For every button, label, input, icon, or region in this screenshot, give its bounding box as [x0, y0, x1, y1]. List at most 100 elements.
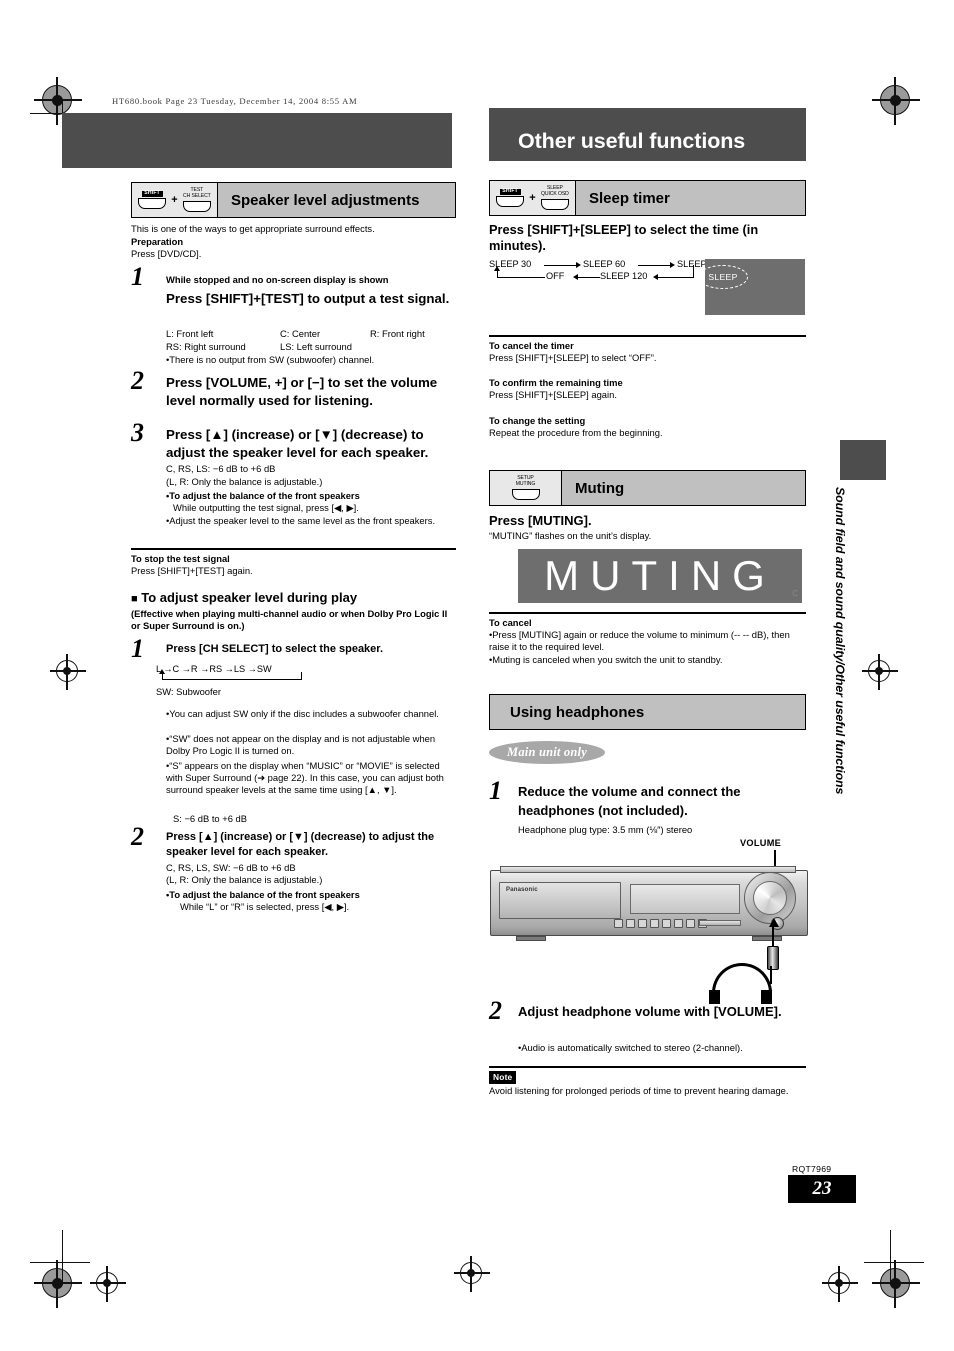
play-bullet-2: •“SW” does not appear on the display and…: [166, 733, 436, 757]
cycle-arrow-5: →: [247, 664, 257, 674]
unit-foot-right: [752, 936, 782, 941]
registration-mark-top-right: [872, 77, 920, 125]
play-bullet-3-text: “S” appears on the display when “MUSIC” …: [166, 760, 444, 796]
unit-button: [686, 919, 695, 928]
cycle-item-rs: RS: [209, 664, 223, 674]
step1-legend-c: C: Center: [280, 328, 321, 339]
side-tab-text: Sound field and sound quality/Other usef…: [833, 487, 847, 795]
sleep-flow-line-4: [658, 277, 694, 278]
sleep-flow-line-2: [638, 265, 672, 266]
sleep-button-cap-icon: [540, 198, 569, 210]
note-text: Avoid listening for prolonged periods of…: [489, 1085, 789, 1096]
registration-mark-mid-right: [862, 654, 898, 690]
section-title-using-headphones: Using headphones: [510, 703, 645, 721]
muting-button-label-line2: MUTING: [515, 481, 536, 487]
unit-brand-label: Panasonic: [506, 887, 538, 893]
sleep-cycle-120: SLEEP 120: [600, 271, 648, 281]
shift-button-label-sleep: SHIFT: [499, 189, 521, 196]
cycle-arrow-2: →: [181, 664, 191, 674]
square-bullet-icon: ■: [131, 593, 138, 605]
stereo-unit-illustration: Panasonic: [490, 866, 808, 948]
during-play-subtext: (Effective when playing multi-channel au…: [131, 608, 448, 632]
registration-mark-bottom-inner-right: [822, 1266, 858, 1302]
step3-bullet1-bold: •To adjust the balance of the front spea…: [166, 490, 360, 501]
section-header-speaker-level: SHIFT + TEST CH SELECT Speaker level adj…: [131, 182, 456, 218]
hp-plug-detail: Headphone plug type: 3.5 mm (⅛″) stereo: [518, 824, 693, 835]
step3-bullet1-bold-text: To adjust the balance of the front speak…: [169, 490, 360, 501]
step2-heading: Press [VOLUME, +] or [−] to set the volu…: [166, 375, 438, 408]
step3-heading: Press [▲] (increase) or [▼] (decrease) t…: [166, 427, 429, 460]
sleep-cancel-heading: To cancel the timer: [489, 340, 574, 351]
muting-cancel-bullet-2: •Muting is canceled when you switch the …: [489, 654, 723, 665]
unit-button: [614, 919, 623, 928]
registration-mark-mid-left: [50, 654, 86, 690]
divider-sleep-cancel: [489, 335, 806, 337]
play-step2-range: C, RS, LS, SW: −6 dB to +6 dB: [166, 862, 296, 873]
step3-bullet2-text: Adjust the speaker level to the same lev…: [169, 515, 436, 526]
sleep-flow-line-1: [544, 265, 578, 266]
during-play-heading: ■ To adjust speaker level during play: [131, 590, 357, 605]
chapter-title: Other useful functions: [518, 129, 746, 153]
unit-foot-left: [516, 936, 546, 941]
headphone-cord: [770, 966, 773, 984]
hp-step2-bullet-text: Audio is automatically switched to stere…: [521, 1042, 743, 1053]
sleep-flow-vline-right: [693, 265, 694, 278]
step3-range: C, RS, LS: −6 dB to +6 dB: [166, 463, 276, 474]
muting-display-corner-label: C: [792, 589, 798, 598]
rqt-code: RQT7969: [792, 1164, 832, 1174]
cycle-arrow-4: →: [224, 664, 234, 674]
sleep-confirm-heading: To confirm the remaining time: [489, 377, 623, 388]
plus-sign: +: [171, 194, 178, 206]
step3-note: (L, R: Only the balance is adjustable.): [166, 476, 323, 487]
play-bullet-3: •“S” appears on the display when “MUSIC”…: [166, 760, 444, 796]
remote-buttons-shift-sleep: SHIFT + SLEEP QUICK OSD: [490, 181, 576, 215]
sleep-flow-line-3: [578, 277, 600, 278]
remote-button-setup-muting: SETUP MUTING: [508, 476, 544, 500]
during-play-heading-text: To adjust speaker level during play: [141, 590, 358, 605]
unit-button: [638, 919, 647, 928]
ch-select-cycle: L →C →R →RS →LS →SW: [156, 663, 272, 675]
step-number-3: 3: [131, 418, 144, 447]
sleep-cycle-off: OFF: [546, 271, 565, 281]
unit-button: [674, 919, 683, 928]
cycle-item-r: R: [190, 664, 198, 674]
section-header-sleep-timer: SHIFT + SLEEP QUICK OSD Sleep timer: [489, 180, 806, 216]
remote-buttons-shift-test: SHIFT + TEST CH SELECT: [132, 183, 218, 217]
crop-line-bl-h: [30, 1262, 90, 1264]
file-header-text: HT680.book Page 23 Tuesday, December 14,…: [112, 96, 358, 106]
sleep-heading: Press [SHIFT]+[SLEEP] to select the time…: [489, 222, 759, 253]
top-dark-band-left: [62, 113, 452, 168]
muting-cancel-bullet-1-text: Press [MUTING] again or reduce the volum…: [489, 629, 790, 653]
unit-button: [650, 919, 659, 928]
cycle-loop-arrow: [159, 669, 165, 674]
side-tab-marker: [840, 440, 886, 480]
section-header-muting: SETUP MUTING Muting: [489, 470, 806, 506]
section-title-muting: Muting: [562, 471, 805, 505]
unit-display-panel: [630, 884, 740, 914]
remote-button-shift: SHIFT: [137, 191, 167, 210]
page-number: 23: [812, 1178, 832, 1199]
play-step2-note: (L, R: Only the balance is adjustable.): [166, 874, 323, 885]
sleep-flow-arrow-up: [494, 266, 500, 271]
play-step2-bullet-bold-text: To adjust the balance of the front speak…: [169, 889, 360, 900]
unit-button: [662, 919, 671, 928]
headphone-cable-top: [772, 926, 775, 948]
hp-step-number-2: 2: [489, 996, 502, 1025]
registration-mark-bottom-center: [454, 1256, 490, 1292]
sleep-cycle-60: SLEEP 60: [583, 259, 626, 269]
sw-note: SW: Subwoofer: [156, 686, 221, 697]
volume-callout-label: VOLUME: [740, 838, 782, 848]
step1-condition: While stopped and no on-screen display i…: [166, 274, 389, 285]
step-number-2: 2: [131, 366, 144, 395]
sleep-flow-vline-left: [497, 270, 498, 278]
cycle-item-ls: LS: [233, 664, 246, 674]
muting-cancel-bullet-1: •Press [MUTING] again or reduce the volu…: [489, 629, 790, 653]
unit-control-bar: [699, 920, 741, 926]
note-tag: Note: [489, 1071, 517, 1084]
unit-button: [626, 919, 635, 928]
divider-stop-test: [131, 548, 456, 550]
step-number-1: 1: [131, 262, 144, 291]
sleep-confirm-text: Press [SHIFT]+[SLEEP] again.: [489, 389, 617, 400]
step1-bullet-text: There is no output from SW (subwoofer) c…: [169, 354, 375, 365]
muting-cancel-heading: To cancel: [489, 617, 532, 628]
